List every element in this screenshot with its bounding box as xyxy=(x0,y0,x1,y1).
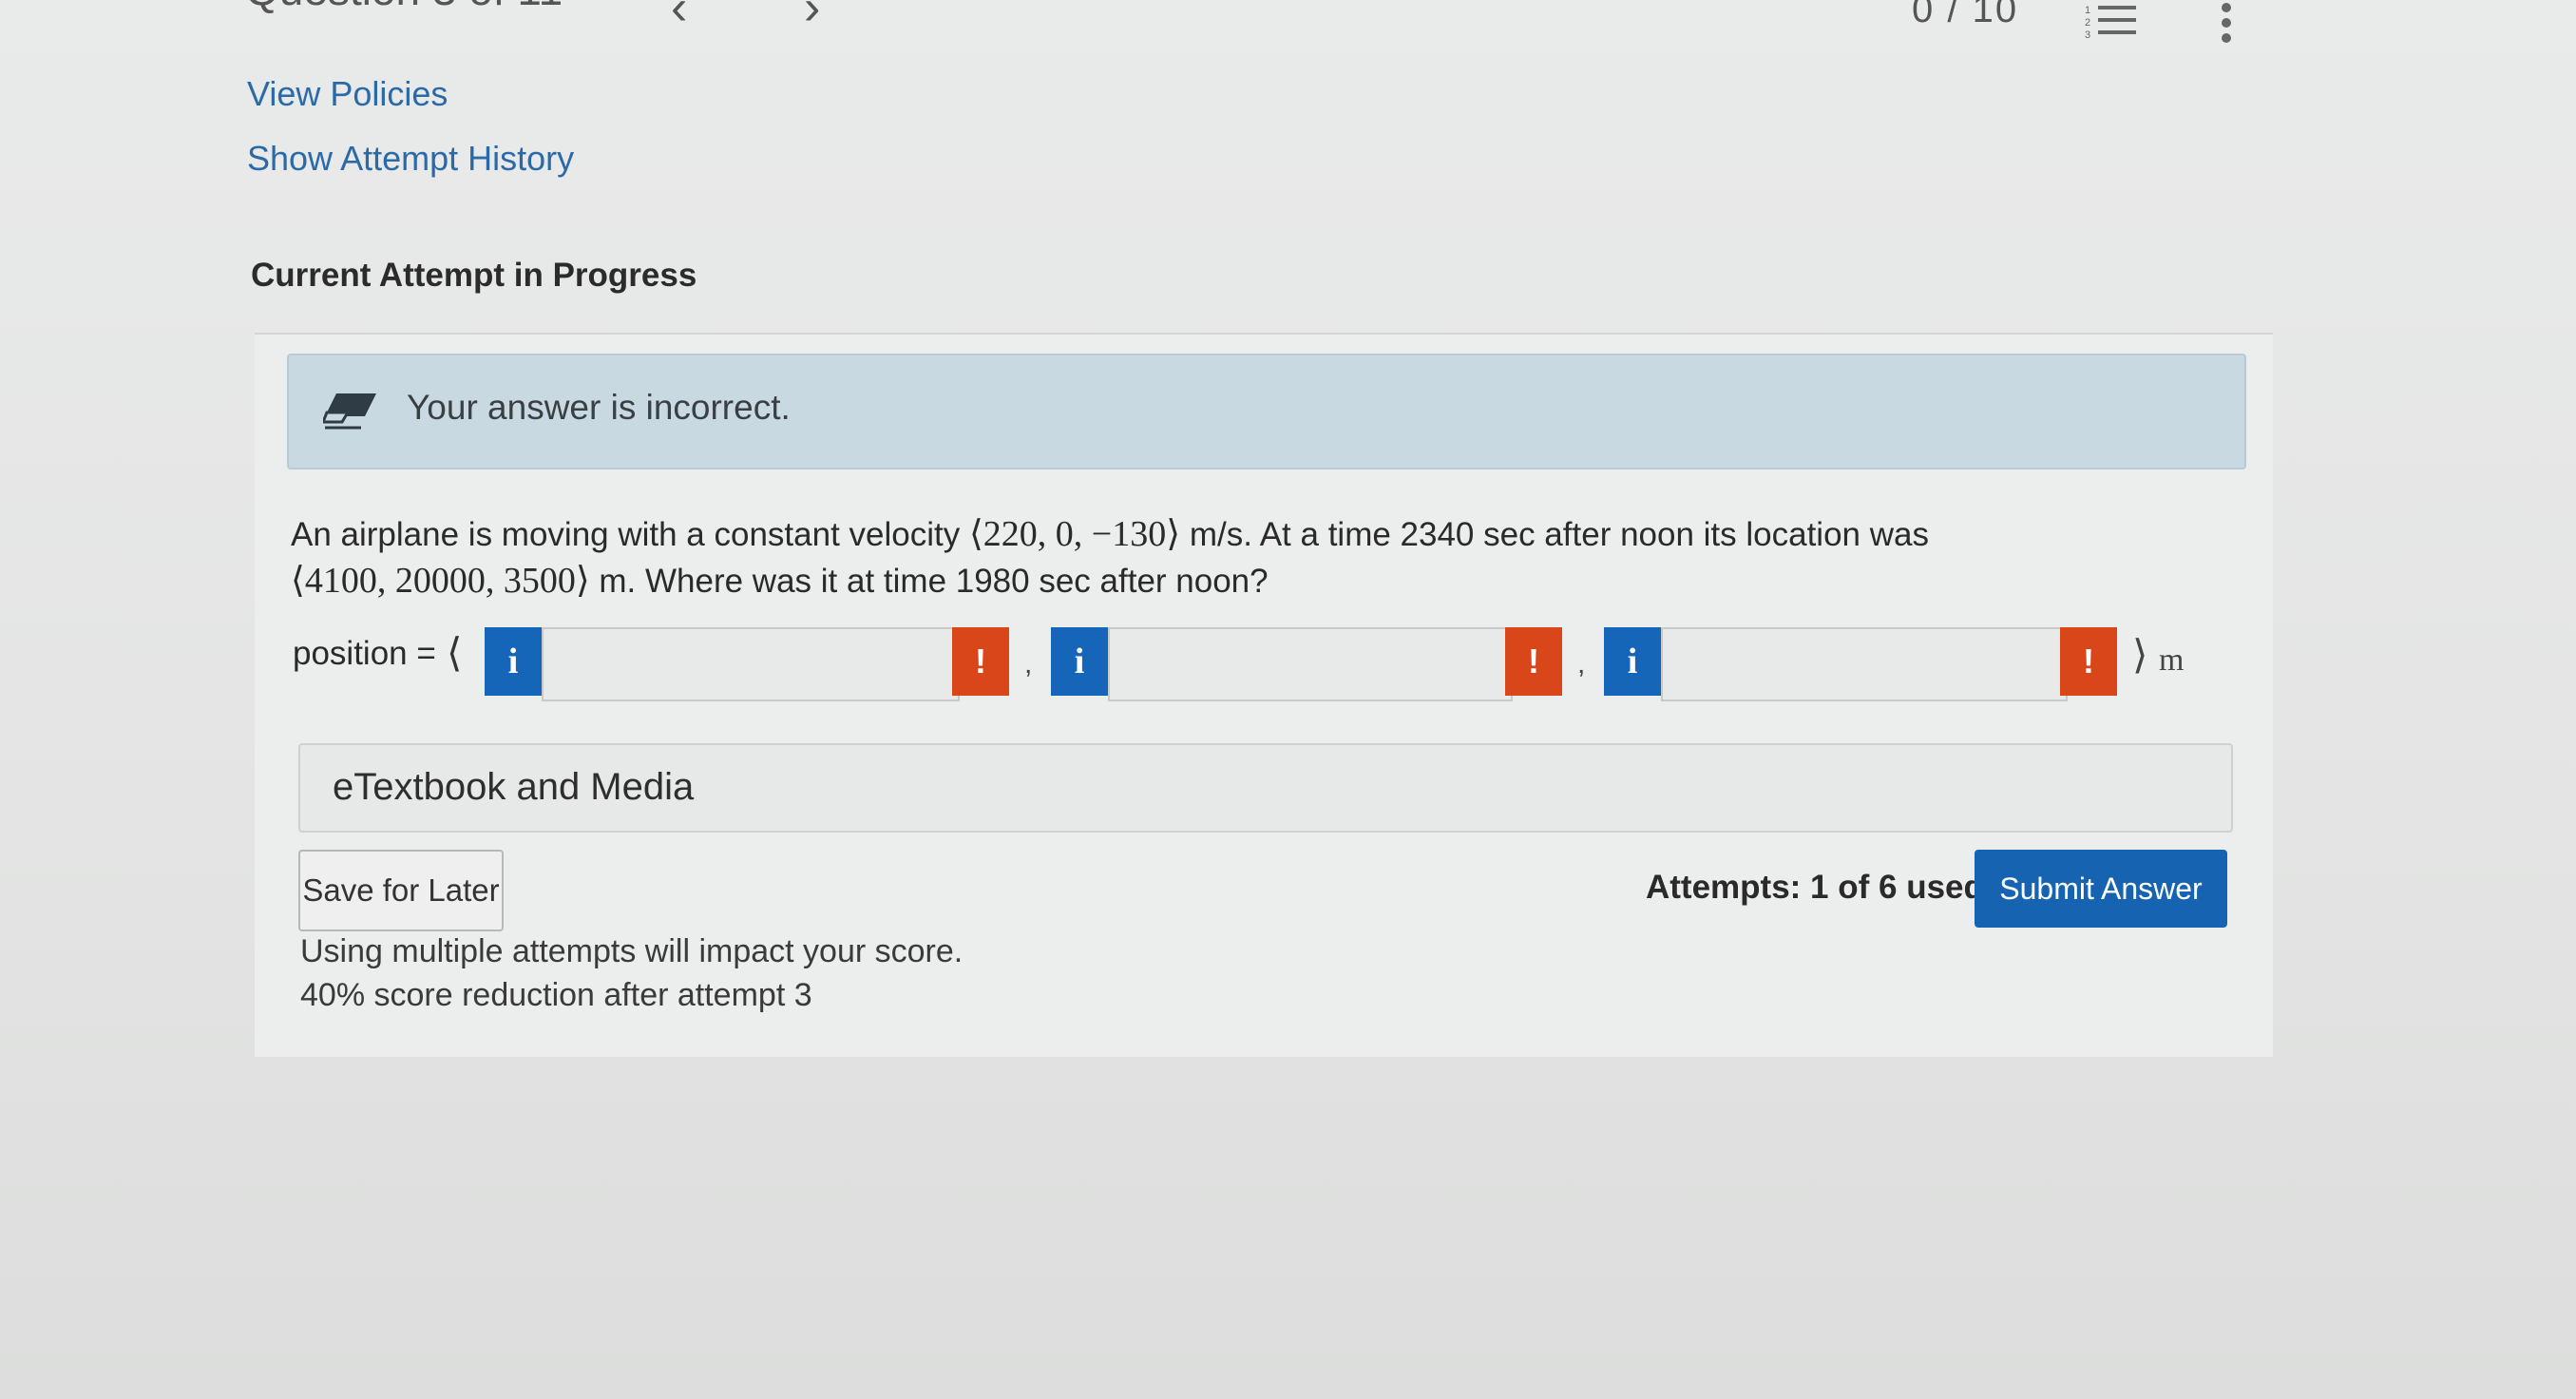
numbered-list-icon[interactable]: 1 2 3 xyxy=(2083,2,2140,40)
error-icon[interactable]: ! xyxy=(1505,627,1562,696)
info-icon[interactable]: i xyxy=(1604,627,1661,696)
question-title: Question 3 of 11 xyxy=(245,0,563,15)
save-for-later-button[interactable]: Save for Later xyxy=(298,850,504,931)
error-icon[interactable]: ! xyxy=(952,627,1009,696)
show-attempt-history-link[interactable]: Show Attempt History xyxy=(247,139,574,179)
question-text-part3: m. Where was it at time 1980 sec after n… xyxy=(599,563,1269,600)
svg-text:2: 2 xyxy=(2085,17,2090,29)
error-icon[interactable]: ! xyxy=(2060,627,2117,696)
velocity-vector: ⟨220, 0, −130⟩ xyxy=(968,514,1181,554)
incorrect-answer-alert: Your answer is incorrect. xyxy=(287,354,2246,470)
info-icon[interactable]: i xyxy=(485,627,542,696)
more-vertical-icon[interactable] xyxy=(2220,0,2233,46)
score-reduction-note: 40% score reduction after attempt 3 xyxy=(300,977,812,1013)
position-z-input[interactable] xyxy=(1661,627,2068,701)
position-x-input[interactable] xyxy=(542,627,960,701)
info-icon[interactable]: i xyxy=(1051,627,1108,696)
submit-answer-button[interactable]: Submit Answer xyxy=(1975,850,2227,928)
next-question-button[interactable]: › xyxy=(804,0,820,36)
attempts-warning: Using multiple attempts will impact your… xyxy=(300,933,964,969)
question-text-part2: m/s. At a time 2340 sec after noon its l… xyxy=(1189,516,1929,553)
etextbook-media-panel[interactable]: eTextbook and Media xyxy=(298,743,2233,833)
score-display: 0 / 10 xyxy=(1912,0,2019,30)
separator: , xyxy=(1024,648,1033,680)
eraser-icon xyxy=(323,393,376,430)
separator: , xyxy=(1577,648,1586,680)
close-angle-bracket: ⟩ xyxy=(2132,634,2148,678)
open-angle-bracket: ⟨ xyxy=(447,632,463,676)
attempts-counter: Attempts: 1 of 6 used xyxy=(1646,869,1984,906)
top-bar: Question 3 of 11 ‹ › 0 / 10 1 2 3 xyxy=(0,0,2576,76)
question-text: An airplane is moving with a constant ve… xyxy=(291,511,2096,604)
question-text-part1: An airplane is moving with a constant ve… xyxy=(291,516,961,553)
etextbook-media-label: eTextbook and Media xyxy=(333,766,695,808)
position-unit: m xyxy=(2159,642,2185,678)
view-policies-link[interactable]: View Policies xyxy=(247,74,448,114)
previous-question-button[interactable]: ‹ xyxy=(671,0,687,36)
svg-text:3: 3 xyxy=(2085,29,2090,40)
svg-text:1: 1 xyxy=(2085,5,2090,16)
position-y-input[interactable] xyxy=(1108,627,1513,701)
location-vector: ⟨4100, 20000, 3500⟩ xyxy=(291,561,590,601)
section-title: Current Attempt in Progress xyxy=(251,257,697,294)
alert-message: Your answer is incorrect. xyxy=(407,388,791,427)
position-label: position = xyxy=(293,635,436,672)
